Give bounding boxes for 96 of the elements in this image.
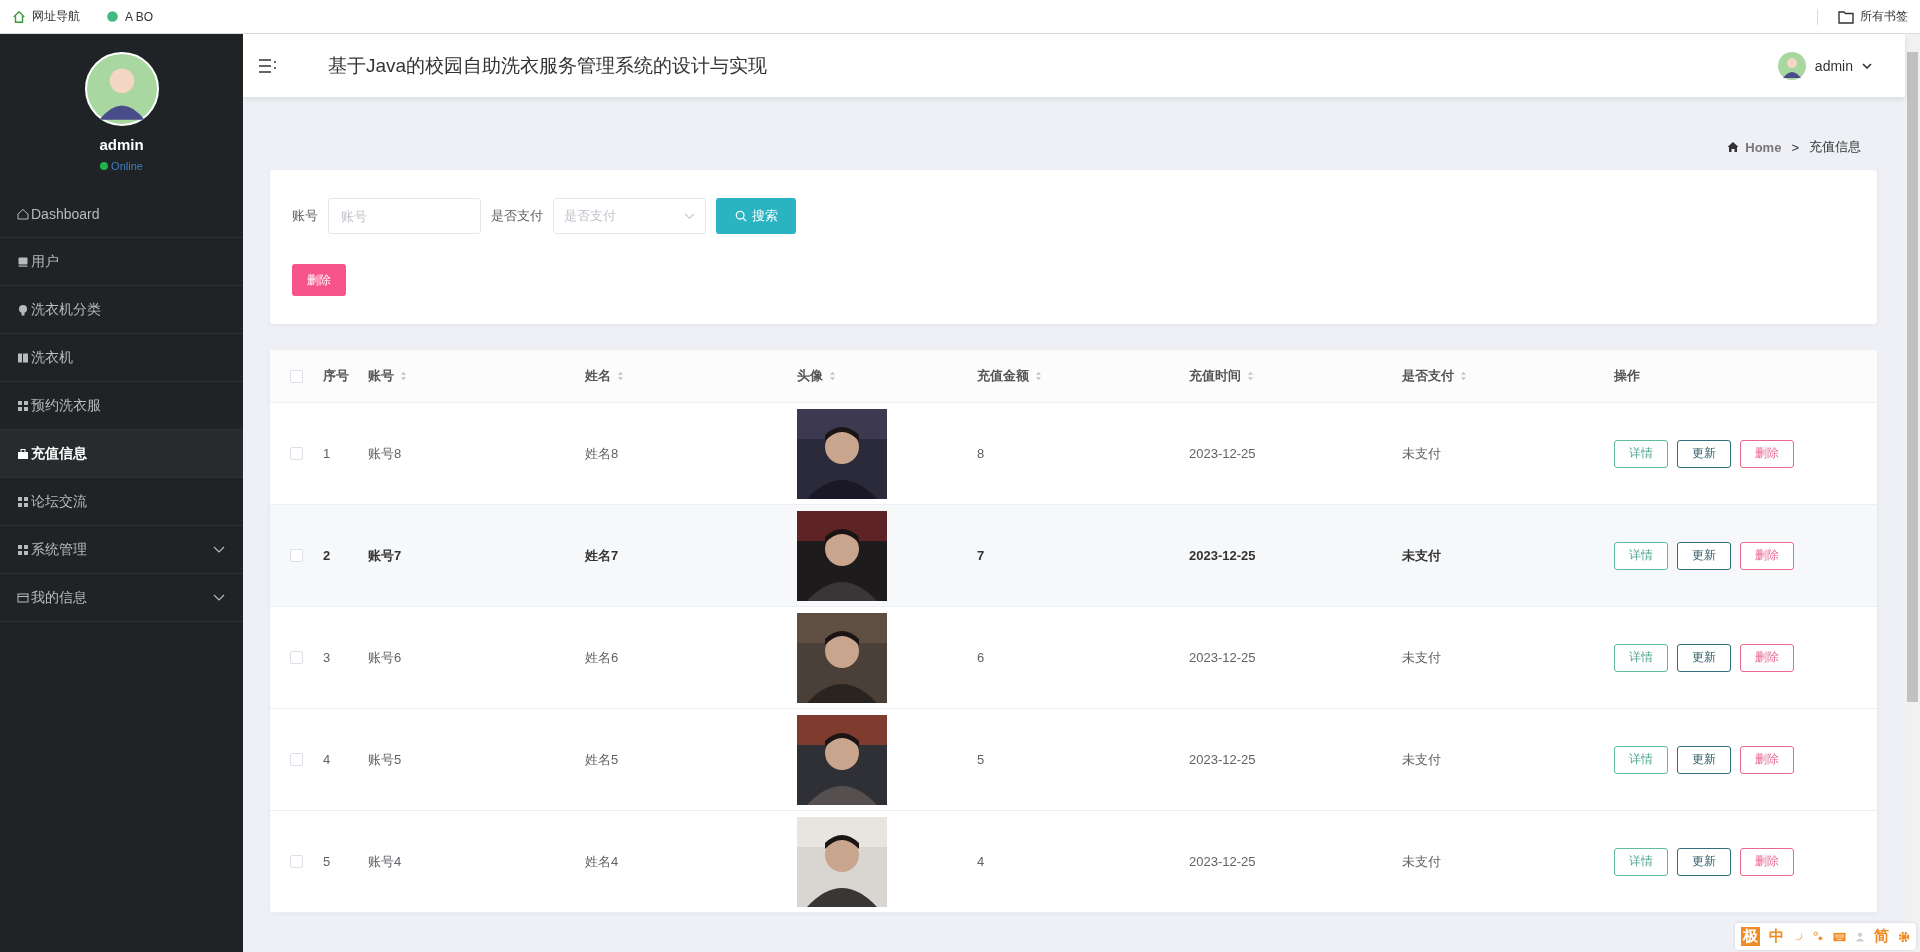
table-cell: 姓名5 xyxy=(585,750,619,769)
bookmark-link[interactable]: 网址导航 xyxy=(12,8,80,25)
grid-icon xyxy=(17,543,29,556)
table-cell: 账号8 xyxy=(368,444,402,463)
table-cell: 账号6 xyxy=(368,648,402,667)
table-cell: 未支付 xyxy=(1402,648,1441,667)
table-cell: 2023-12-25 xyxy=(1189,854,1256,869)
table-cell: 账号5 xyxy=(368,750,402,769)
search-icon xyxy=(734,210,747,222)
table-cell: 姓名6 xyxy=(585,648,619,667)
table-cell: 2023-12-25 xyxy=(1189,752,1256,767)
table-cell: 姓名8 xyxy=(585,444,619,463)
table-cell: 3 xyxy=(323,650,331,665)
table-cell: 5 xyxy=(323,854,331,869)
table-cell: 未支付 xyxy=(1402,444,1441,463)
chevron-down-icon xyxy=(1862,62,1872,69)
punctuation-icon[interactable] xyxy=(1813,931,1824,942)
book-icon xyxy=(17,351,29,364)
user-name: admin xyxy=(99,136,144,153)
online-dot xyxy=(100,162,109,170)
sort-icon xyxy=(400,371,407,381)
table-cell: 6 xyxy=(977,650,985,665)
table-cell: 4 xyxy=(977,854,985,869)
field-label: 是否支付 xyxy=(491,207,543,225)
chevron-down-icon xyxy=(213,593,225,602)
sort-icon xyxy=(617,371,624,381)
bookmark-link[interactable]: A BO xyxy=(106,9,153,24)
page-title: 基于Java的校园自助洗衣服务管理系统的设计与实现 xyxy=(328,53,768,78)
breadcrumb-current: 充值信息 xyxy=(1809,138,1861,156)
table-cell: 姓名4 xyxy=(585,852,619,871)
user-icon[interactable] xyxy=(1855,931,1865,942)
table-cell: 账号7 xyxy=(368,546,402,565)
scrollbar[interactable] xyxy=(1905,34,1920,952)
table-cell: 7 xyxy=(977,548,985,563)
user-menu[interactable]: admin xyxy=(1777,51,1872,80)
column-header[interactable]: 姓名 xyxy=(585,367,624,385)
table-cell: 4 xyxy=(323,752,331,767)
breadcrumb-link[interactable]: Home xyxy=(1745,139,1782,155)
table-cell: 2023-12-25 xyxy=(1189,446,1256,461)
all-bookmarks-button[interactable]: 所有书签 xyxy=(1838,8,1908,25)
table-cell: 1 xyxy=(323,446,331,461)
settings-icon[interactable] xyxy=(1898,930,1910,943)
row-action-button[interactable]: 更新 xyxy=(1677,745,1731,774)
menu-icon[interactable] xyxy=(258,57,278,74)
card-icon xyxy=(17,255,29,268)
house-icon xyxy=(17,207,29,220)
row-action-button[interactable]: 更新 xyxy=(1677,643,1731,672)
table-cell: 账号4 xyxy=(368,852,402,871)
breadcrumb-separator: > xyxy=(1791,139,1799,155)
table-cell: 姓名7 xyxy=(585,546,619,565)
table-cell: 未支付 xyxy=(1402,750,1441,769)
grid-icon xyxy=(17,495,29,508)
menu-item[interactable]: 充值信息 xyxy=(0,430,243,478)
bulb-icon xyxy=(17,303,29,316)
column-header: 操作 xyxy=(1614,367,1640,385)
checkbox[interactable] xyxy=(289,549,303,562)
table-cell: 8 xyxy=(977,446,985,461)
checkbox[interactable] xyxy=(289,753,303,766)
column-header: 序号 xyxy=(323,367,349,385)
status-text: Online xyxy=(111,160,143,172)
table-cell: 2023-12-25 xyxy=(1189,548,1256,563)
row-action-button[interactable]: 更新 xyxy=(1677,541,1731,570)
checkbox[interactable] xyxy=(289,651,303,664)
moon-icon[interactable] xyxy=(1793,931,1804,942)
table-cell: 未支付 xyxy=(1402,852,1441,871)
window-icon xyxy=(17,591,29,604)
house-icon xyxy=(12,9,26,24)
grid-icon xyxy=(17,399,29,412)
keyboard-icon[interactable] xyxy=(1833,931,1846,942)
row-action-button[interactable]: 更新 xyxy=(1677,439,1731,468)
sort-icon xyxy=(829,371,836,381)
row-action-button[interactable]: 更新 xyxy=(1677,847,1731,876)
home-icon xyxy=(1727,141,1740,153)
field-label: 账号 xyxy=(292,207,318,225)
chevron-down-icon xyxy=(213,545,225,554)
chevron-down-icon xyxy=(684,212,695,220)
sort-icon xyxy=(1460,371,1467,381)
sort-icon xyxy=(1035,371,1042,381)
column-header[interactable]: 是否支付 xyxy=(1402,367,1467,385)
avatar-icon xyxy=(84,52,159,126)
table-cell: 未支付 xyxy=(1402,546,1441,565)
column-header[interactable]: 充值时间 xyxy=(1189,367,1254,385)
checkbox[interactable] xyxy=(289,369,303,383)
column-header[interactable]: 头像 xyxy=(797,367,836,385)
table-cell: 5 xyxy=(977,752,985,767)
table-cell: 2023-12-25 xyxy=(1189,650,1256,665)
column-header[interactable]: 账号 xyxy=(368,367,407,385)
avatar-icon xyxy=(1777,51,1806,80)
input-field[interactable]: 账号 xyxy=(328,198,481,234)
checkbox[interactable] xyxy=(289,447,303,460)
table-cell: 2 xyxy=(323,548,331,563)
checkbox[interactable] xyxy=(289,855,303,868)
sort-icon xyxy=(1247,371,1254,381)
folder-icon xyxy=(1838,9,1854,24)
column-header[interactable]: 充值金额 xyxy=(977,367,1042,385)
briefcase-icon xyxy=(17,447,29,460)
